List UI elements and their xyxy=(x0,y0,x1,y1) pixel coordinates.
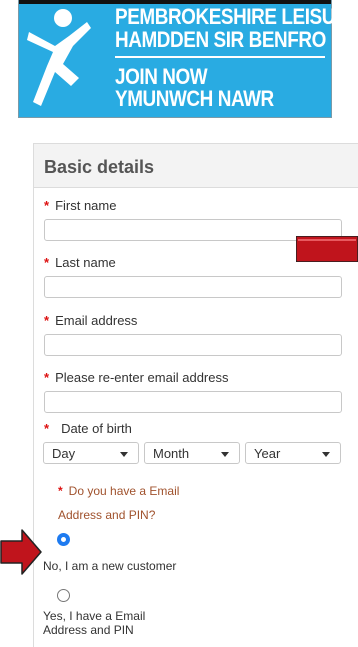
customer-question-line2: Address and PIN? xyxy=(58,508,156,522)
email-confirm-input[interactable] xyxy=(44,391,342,413)
banner-title-welsh: HAMDDEN SIR BENFRO xyxy=(115,27,326,52)
dob-year-value: Year xyxy=(254,446,281,461)
last-name-label: * Last name xyxy=(44,255,116,270)
panel-header: Basic details xyxy=(34,144,358,188)
email-confirm-label-text: Please re-enter email address xyxy=(55,370,229,385)
banner-join-welsh: YMUNWCH NAWR xyxy=(115,86,274,111)
chevron-down-icon xyxy=(221,452,229,457)
dob-year-select[interactable]: Year xyxy=(245,442,341,464)
existing-customer-label-line2: Address and PIN xyxy=(43,623,134,637)
customer-question-text: Do you have a Email xyxy=(68,484,180,498)
last-name-input[interactable] xyxy=(44,276,342,298)
banner-title-english: PEMBROKESHIRE LEISURE xyxy=(115,4,358,29)
chevron-down-icon xyxy=(120,452,128,457)
first-name-label-text: First name xyxy=(55,198,117,213)
dob-month-value: Month xyxy=(153,446,190,461)
dob-month-select[interactable]: Month xyxy=(144,442,240,464)
chevron-down-icon xyxy=(322,452,330,457)
dob-label: * Date of birth xyxy=(44,421,132,436)
dob-day-value: Day xyxy=(52,446,76,461)
email-label-text: Email address xyxy=(55,313,138,328)
last-name-label-text: Last name xyxy=(55,255,116,270)
section-title: Basic details xyxy=(44,157,155,177)
existing-customer-label[interactable]: Yes, I have a Email Address and PIN xyxy=(43,609,145,637)
pointer-arrow-icon xyxy=(296,236,358,262)
existing-customer-radio[interactable] xyxy=(57,589,70,602)
required-asterisk: * xyxy=(44,255,50,270)
dob-day-select[interactable]: Day xyxy=(43,442,139,464)
new-customer-label[interactable]: No, I am a new customer xyxy=(43,559,176,573)
email-label: * Email address xyxy=(44,313,137,328)
first-name-label: * First name xyxy=(44,198,116,213)
new-customer-radio[interactable] xyxy=(57,533,70,546)
pointer-arrow-icon xyxy=(0,529,42,575)
banner-join-english: JOIN NOW xyxy=(115,64,208,89)
required-asterisk: * xyxy=(44,198,50,213)
banner-divider xyxy=(115,56,325,58)
running-figure-icon xyxy=(27,9,91,106)
existing-customer-label-line1: Yes, I have a Email xyxy=(43,609,146,623)
required-asterisk: * xyxy=(44,421,50,436)
customer-question-line1: * Do you have a Email xyxy=(58,484,179,498)
required-asterisk: * xyxy=(44,370,50,385)
required-asterisk: * xyxy=(44,313,50,328)
dob-label-text: Date of birth xyxy=(61,421,132,436)
required-asterisk: * xyxy=(58,484,63,498)
email-input[interactable] xyxy=(44,334,342,356)
email-confirm-label: * Please re-enter email address xyxy=(44,370,228,385)
join-now-banner[interactable]: PEMBROKESHIRE LEISURE HAMDDEN SIR BENFRO… xyxy=(18,0,358,118)
